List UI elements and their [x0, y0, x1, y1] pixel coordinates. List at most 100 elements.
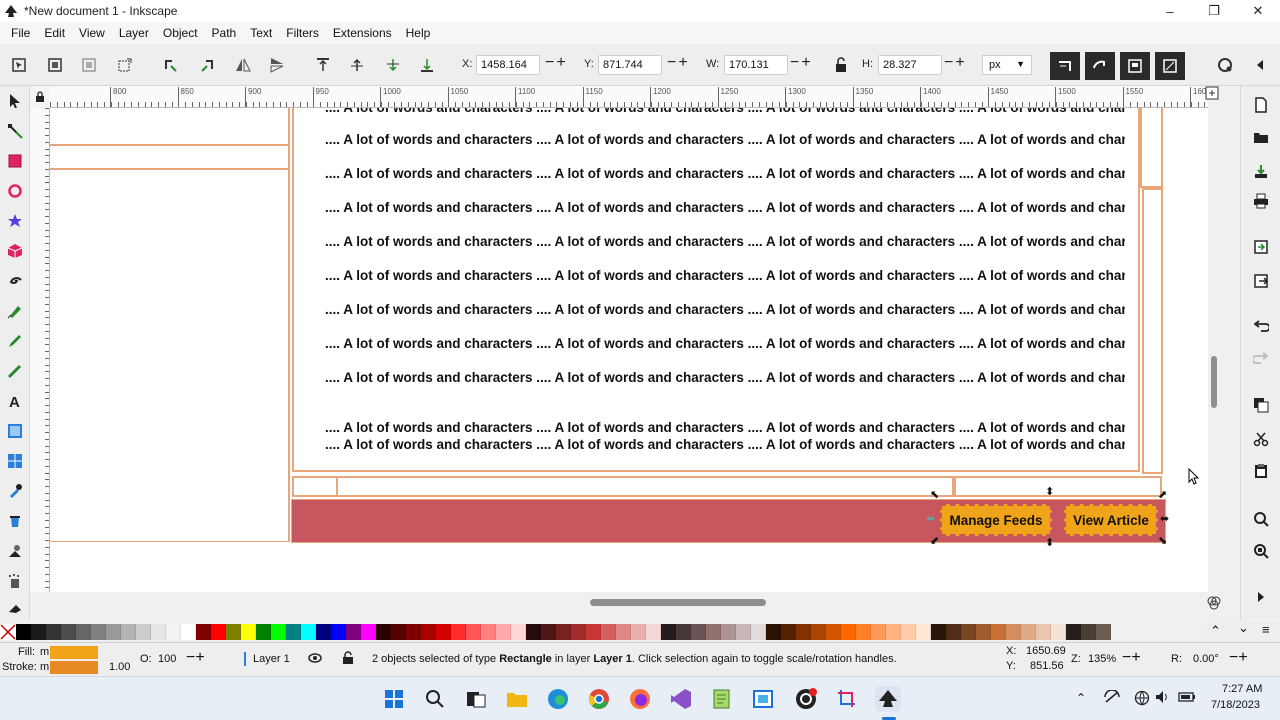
palette-swatch[interactable]: [271, 624, 286, 640]
palette-swatch[interactable]: [811, 624, 826, 640]
pencil-tool-icon[interactable]: [6, 332, 24, 350]
3d-box-tool-icon[interactable]: [6, 242, 24, 260]
text-line[interactable]: .... A lot of words and characters .... …: [325, 302, 1125, 317]
task-view-icon[interactable]: [463, 686, 489, 712]
text-line[interactable]: .... A lot of words and characters .... …: [325, 437, 1125, 452]
palette-swatch[interactable]: [301, 624, 316, 640]
menu-file[interactable]: File: [4, 26, 37, 40]
minimize-button[interactable]: –: [1148, 0, 1192, 22]
spiral-tool-icon[interactable]: [6, 272, 24, 290]
color-palette[interactable]: [16, 624, 1216, 640]
flip-horizontal-icon[interactable]: [234, 56, 252, 74]
palette-swatch[interactable]: [916, 624, 931, 640]
mesh-tool-icon[interactable]: [6, 452, 24, 470]
right-small-rect-top[interactable]: [1140, 108, 1163, 188]
palette-swatch[interactable]: [661, 624, 676, 640]
edge-browser-icon[interactable]: [545, 686, 571, 712]
content-panel-rect[interactable]: [292, 108, 1140, 472]
palette-swatch[interactable]: [1006, 624, 1021, 640]
palette-swatch[interactable]: [721, 624, 736, 640]
palette-swatch[interactable]: [391, 624, 406, 640]
ellipse-tool-icon[interactable]: [6, 182, 24, 200]
import-icon[interactable]: [1252, 238, 1270, 256]
text-line[interactable]: .... A lot of words and characters .... …: [325, 200, 1125, 215]
menu-extensions[interactable]: Extensions: [326, 26, 399, 40]
eye-visibility-icon[interactable]: [308, 652, 322, 667]
width-input[interactable]: 170.131: [724, 55, 788, 75]
gradient-tool-icon[interactable]: [6, 422, 24, 440]
palette-swatch[interactable]: [406, 624, 421, 640]
paste-icon[interactable]: [1252, 462, 1270, 480]
palette-swatch[interactable]: [466, 624, 481, 640]
stroke-swatch[interactable]: [50, 661, 98, 674]
small-footer-rect[interactable]: [292, 476, 338, 497]
flip-vertical-icon[interactable]: [268, 56, 286, 74]
palette-swatch[interactable]: [886, 624, 901, 640]
palette-swatch[interactable]: [496, 624, 511, 640]
text-line[interactable]: .... A lot of words and characters .... …: [325, 108, 1125, 115]
snap-toggle-icon[interactable]: [1216, 56, 1234, 74]
palette-swatch[interactable]: [541, 624, 556, 640]
vertical-ruler[interactable]: [30, 108, 50, 592]
palette-swatch[interactable]: [826, 624, 841, 640]
resize-handle-bottom-icon[interactable]: ⬍: [1045, 538, 1054, 549]
palette-swatch[interactable]: [556, 624, 571, 640]
palette-swatch[interactable]: [331, 624, 346, 640]
eraser-tool-icon[interactable]: [6, 600, 24, 618]
zoom-stepper[interactable]: −+: [1122, 649, 1141, 667]
height-stepper[interactable]: −+: [944, 54, 967, 72]
resize-handle-right-icon[interactable]: ⬌: [1160, 514, 1169, 525]
resize-handle-top-icon[interactable]: ⬍: [1045, 487, 1054, 498]
palette-swatch[interactable]: [106, 624, 121, 640]
palette-swatch[interactable]: [976, 624, 991, 640]
palette-swatch[interactable]: [601, 624, 616, 640]
palette-swatch[interactable]: [526, 624, 541, 640]
palette-scroll-up-icon[interactable]: ⌃: [1210, 623, 1221, 639]
print-icon[interactable]: [1252, 192, 1270, 210]
menu-object[interactable]: Object: [156, 26, 205, 40]
resize-handle-top-right-icon[interactable]: ⬈: [1158, 490, 1167, 501]
rotation-value[interactable]: 0.00°: [1193, 653, 1219, 665]
rotate-cw-icon[interactable]: [198, 56, 216, 74]
close-button[interactable]: ✕: [1236, 0, 1280, 22]
palette-swatch[interactable]: [1051, 624, 1066, 640]
palette-swatch[interactable]: [946, 624, 961, 640]
palette-swatch[interactable]: [1096, 624, 1111, 640]
palette-swatch[interactable]: [736, 624, 751, 640]
rotation-stepper[interactable]: −+: [1229, 649, 1248, 667]
move-gradients-button[interactable]: [1120, 52, 1150, 80]
menu-layer[interactable]: Layer: [112, 26, 156, 40]
horizontal-ruler[interactable]: 800 850 900 950 1000 1050 1100 1150 1200 1250 1300…: [50, 86, 1208, 108]
palette-scroll-down-icon[interactable]: ⌄: [1238, 620, 1249, 636]
text-tool-icon[interactable]: A: [6, 392, 24, 410]
palette-swatch[interactable]: [781, 624, 796, 640]
width-stepper[interactable]: −+: [790, 54, 813, 72]
palette-swatch[interactable]: [631, 624, 646, 640]
start-windows-icon[interactable]: [381, 686, 407, 712]
text-line[interactable]: .... A lot of words and characters .... …: [325, 370, 1125, 385]
battery-icon[interactable]: [1178, 690, 1196, 707]
zoom-value[interactable]: 135%: [1088, 653, 1116, 665]
palette-swatch[interactable]: [706, 624, 721, 640]
language-globe-icon[interactable]: [1134, 690, 1150, 709]
selector-tool-icon[interactable]: [6, 92, 24, 110]
palette-swatch[interactable]: [961, 624, 976, 640]
clock-date[interactable]: 7/18/2023: [1211, 699, 1260, 711]
opacity-value[interactable]: 100: [158, 653, 176, 665]
spray-tool-icon[interactable]: [6, 572, 24, 590]
touch-select-icon[interactable]: [116, 56, 134, 74]
palette-swatch[interactable]: [316, 624, 331, 640]
palette-swatch[interactable]: [616, 624, 631, 640]
unit-select[interactable]: px ▼: [982, 55, 1032, 75]
palette-swatch[interactable]: [511, 624, 526, 640]
palette-swatch[interactable]: [991, 624, 1006, 640]
palette-swatch[interactable]: [46, 624, 61, 640]
footer-input-rect[interactable]: [336, 476, 954, 497]
zoom-drawing-icon[interactable]: [1252, 542, 1270, 560]
menu-path[interactable]: Path: [205, 26, 244, 40]
palette-swatch[interactable]: [1036, 624, 1051, 640]
pen-tool-icon[interactable]: [6, 302, 24, 320]
palette-swatch[interactable]: [1066, 624, 1081, 640]
palette-swatch[interactable]: [481, 624, 496, 640]
palette-swatch[interactable]: [361, 624, 376, 640]
